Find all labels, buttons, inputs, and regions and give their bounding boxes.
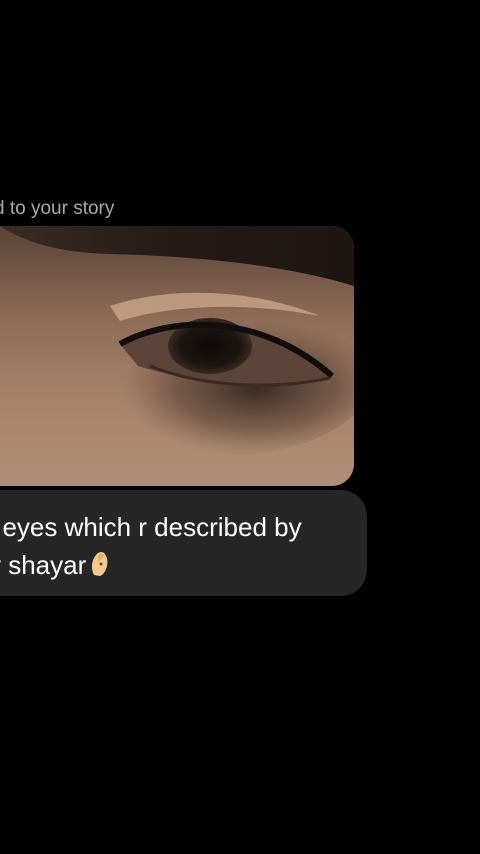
message-line-1: t eyes which r described by — [0, 512, 302, 542]
message-line-2: y shayar — [0, 550, 87, 580]
message-text: t eyes which r described by y shayar — [0, 508, 368, 587]
pinched-fingers-icon — [88, 549, 112, 587]
chat-screen: d to your story t eyes which r described… — [0, 0, 480, 854]
story-preview-card[interactable] — [0, 226, 354, 486]
story-eye-image — [0, 226, 354, 486]
story-reply-caption: d to your story — [0, 198, 115, 219]
